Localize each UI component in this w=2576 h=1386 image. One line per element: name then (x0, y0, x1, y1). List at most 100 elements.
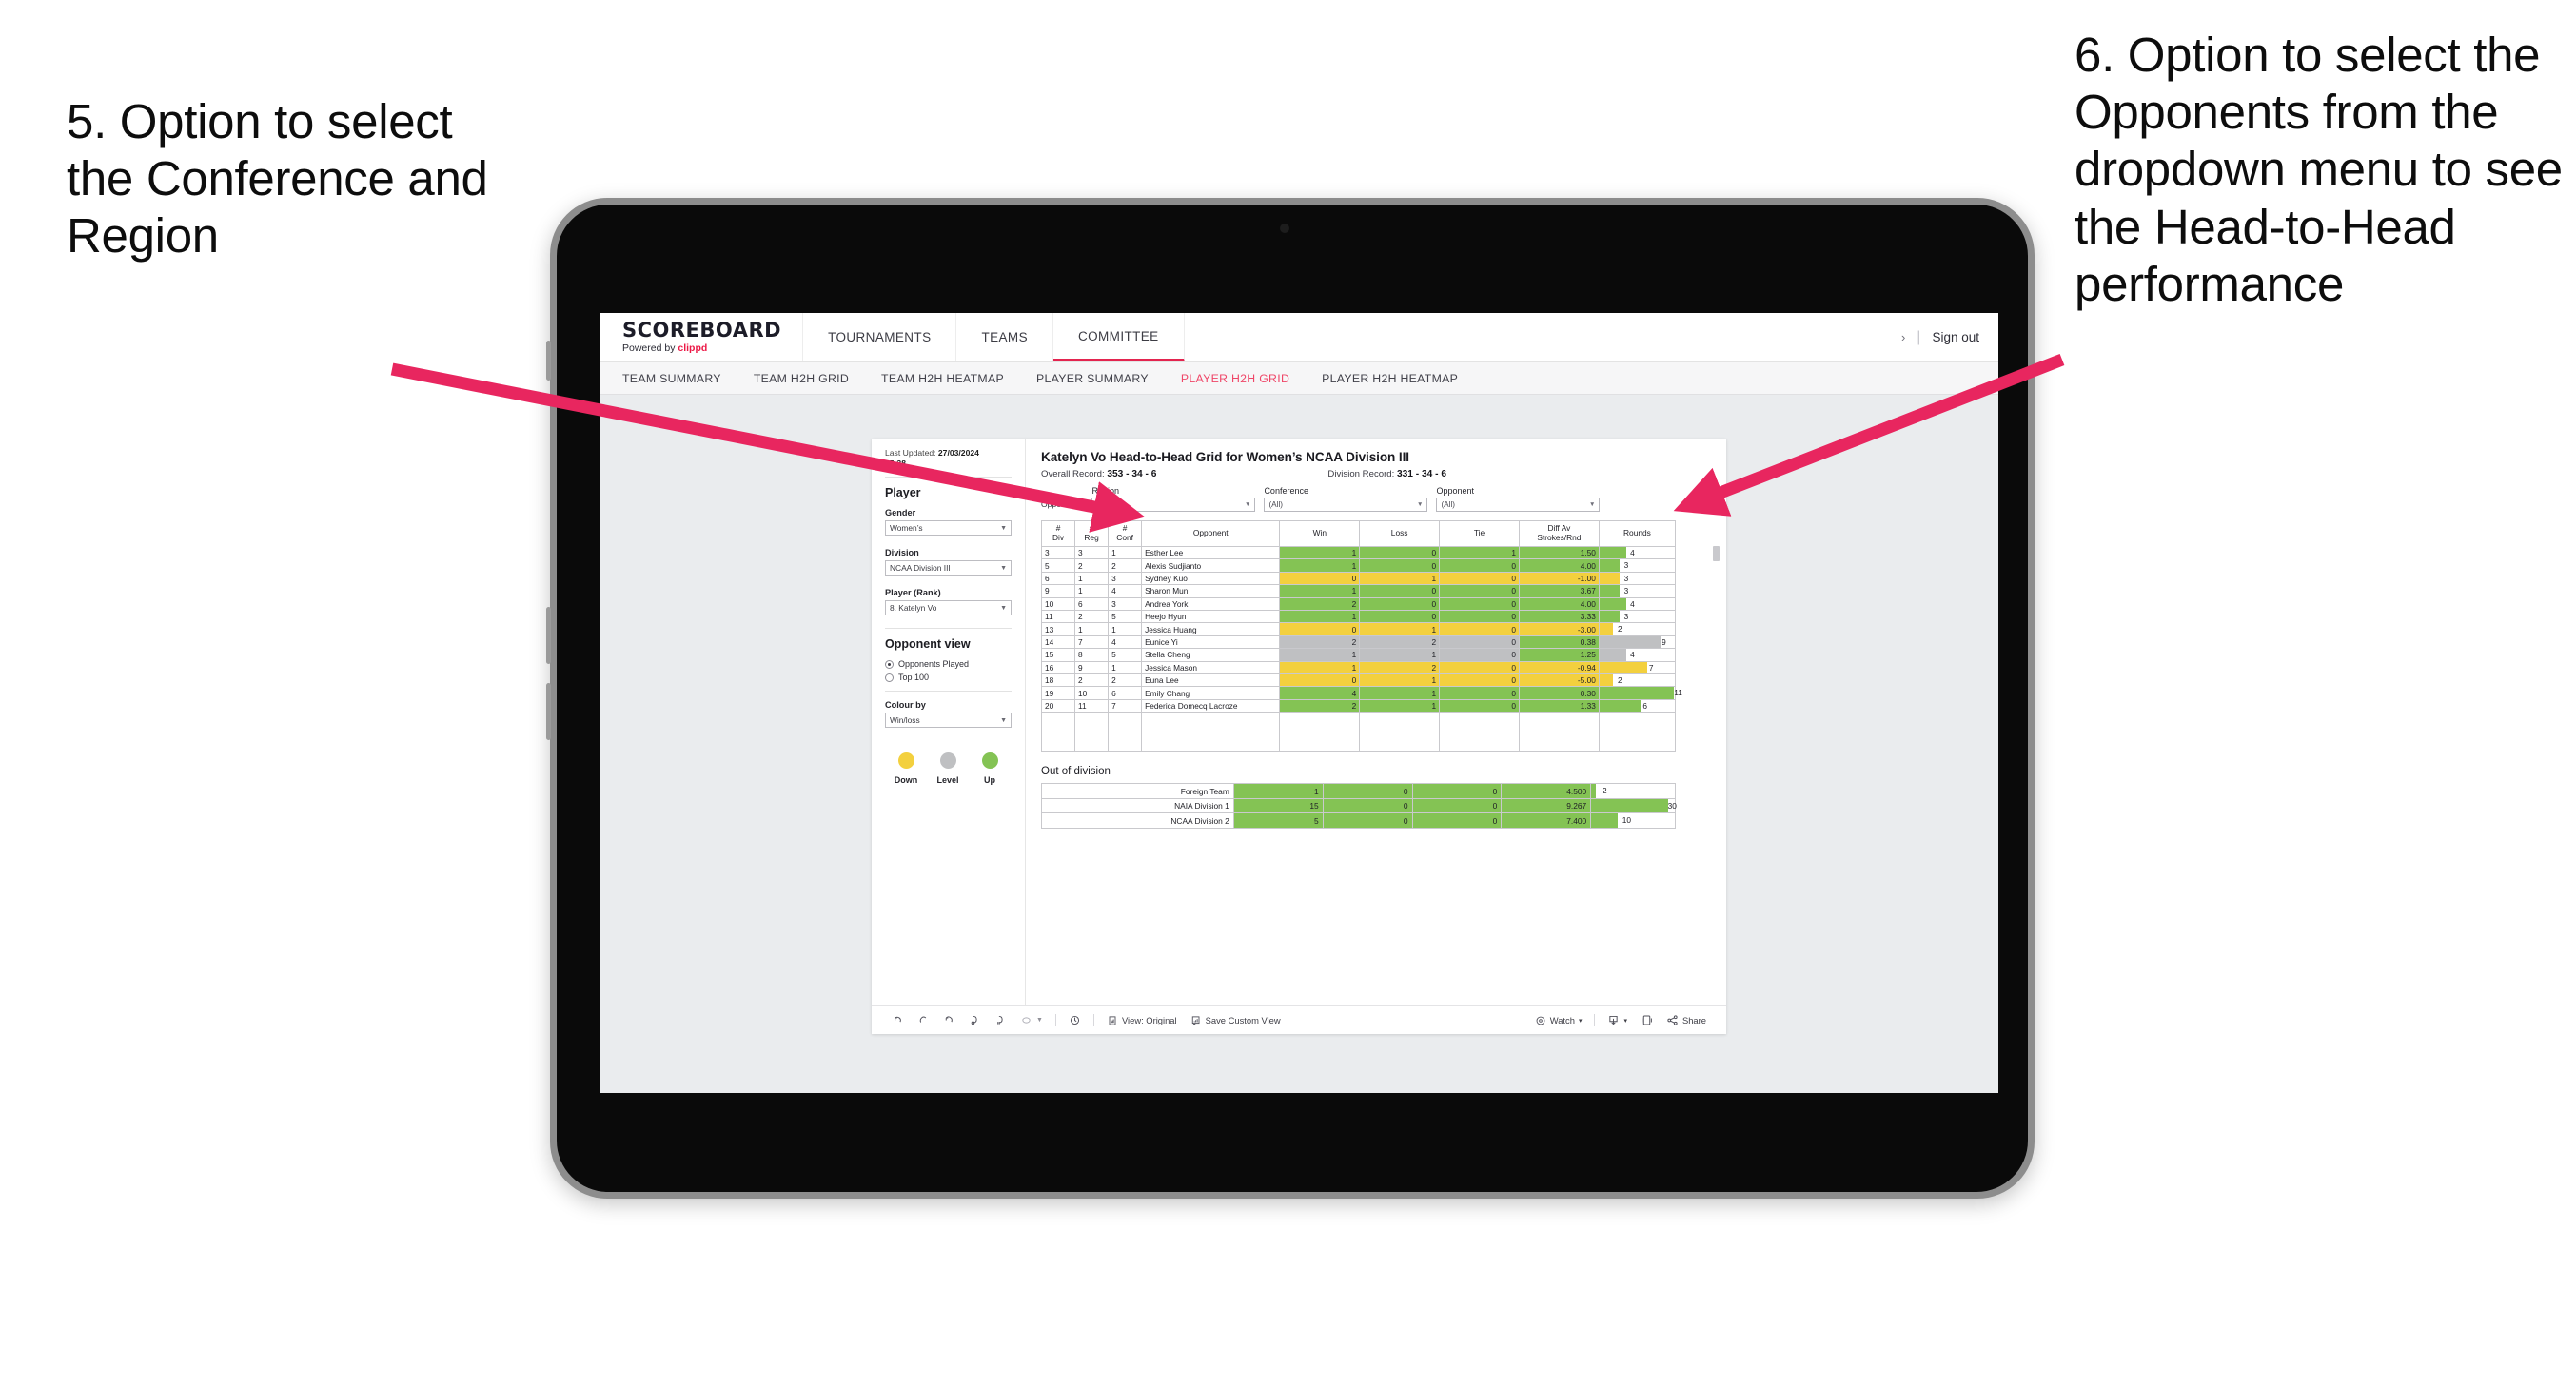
table-row[interactable]: 6 1 3 Sydney Kuo 0 1 0 -1.00 3 (1040, 571, 1677, 586)
tab-player-h2h-grid[interactable]: PLAYER H2H GRID (1181, 372, 1289, 385)
table-row (1040, 713, 1677, 752)
cell-opponent: Jessica Mason (1141, 660, 1281, 675)
radio-opponents-played[interactable]: Opponents Played (885, 659, 1012, 669)
col-conf[interactable]: # Conf (1108, 520, 1143, 547)
cell-tie: 0 (1439, 622, 1520, 636)
tab-team-summary[interactable]: TEAM SUMMARY (622, 372, 721, 385)
sign-out-link[interactable]: Sign out (1932, 330, 1979, 344)
conference-value: (All) (1268, 500, 1283, 509)
colour-by-select[interactable]: Win/loss ▼ (885, 713, 1012, 729)
col-win[interactable]: Win (1279, 520, 1361, 547)
col-loss[interactable]: Loss (1359, 520, 1441, 547)
col-opponent[interactable]: Opponent (1141, 520, 1281, 547)
cell-conf: 1 (1108, 660, 1143, 675)
cell-opponent: Emily Chang (1141, 686, 1281, 700)
nav-item-tournaments[interactable]: TOURNAMENTS (803, 313, 957, 361)
gender-select[interactable]: Women’s ▼ (885, 520, 1012, 537)
opponent-select[interactable]: (All) ▼ (1436, 498, 1601, 512)
revert-button[interactable] (936, 1014, 962, 1026)
rounds-value: 3 (1623, 612, 1629, 622)
table-row[interactable]: 19 10 6 Emily Chang 4 1 0 0.30 11 (1040, 686, 1682, 700)
redo-button[interactable] (911, 1014, 936, 1026)
rounds-value: 7 (1648, 662, 1654, 673)
table-row[interactable]: 3 3 1 Esther Lee 1 0 1 1.50 4 (1040, 545, 1677, 560)
table-row[interactable]: 20 11 7 Federica Domecq Lacroze 2 1 0 1.33 6 (1040, 698, 1677, 713)
share-button[interactable]: Share (1660, 1014, 1713, 1026)
download-button[interactable]: ▾ (1601, 1014, 1634, 1026)
tab-team-h2h-grid[interactable]: TEAM H2H GRID (754, 372, 849, 385)
player-rank-select[interactable]: 8. Katelyn Vo ▼ (885, 600, 1012, 616)
cell-win: 1 (1279, 584, 1361, 598)
chevron-right-icon[interactable]: › (1901, 330, 1905, 344)
division-record-value: 331 - 34 - 6 (1396, 469, 1447, 479)
refresh-button[interactable] (962, 1014, 988, 1026)
cell-tie: 0 (1439, 698, 1520, 713)
table-row[interactable]: NCAA Division 2 5 0 0 7.400 10 (1041, 812, 1676, 829)
grid-empty-table (1040, 713, 1677, 752)
undo-button[interactable] (885, 1014, 911, 1026)
table-row[interactable]: 16 9 1 Jessica Mason 1 2 0 -0.94 7 (1040, 660, 1677, 675)
cell-div: 5 (1040, 558, 1076, 573)
panel-divider (885, 628, 1012, 630)
zoom-mode-dropdown[interactable]: ▼ (1013, 1014, 1050, 1026)
grid-scrollbar[interactable] (1713, 546, 1720, 561)
tab-team-h2h-heatmap[interactable]: TEAM H2H HEATMAP (881, 372, 1004, 385)
table-row[interactable]: 9 1 4 Sharon Mun 1 0 0 3.67 3 (1040, 584, 1677, 598)
cell-reg: 9 (1074, 660, 1110, 675)
table-row[interactable]: 11 2 5 Heejo Hyun 1 0 0 3.33 3 (1040, 610, 1677, 624)
chevron-down-icon: ▼ (1417, 501, 1424, 508)
cell-opponent: Heejo Hyun (1141, 610, 1281, 624)
view-original-button[interactable]: View: Original (1100, 1015, 1184, 1026)
division-select[interactable]: NCAA Division III ▼ (885, 560, 1012, 576)
col-tie[interactable]: Tie (1439, 520, 1520, 547)
cell-div: 18 (1040, 673, 1076, 688)
cell-tie: 0 (1439, 660, 1520, 675)
radio-label: Opponents Played (898, 659, 970, 670)
fullscreen-button[interactable] (1634, 1014, 1660, 1026)
table-row[interactable]: 10 6 3 Andrea York 2 0 0 4.00 4 (1040, 596, 1677, 612)
table-row[interactable]: Foreign Team 1 0 0 4.500 2 (1041, 783, 1676, 799)
legend-item-down: Down (885, 752, 927, 785)
radio-top-100[interactable]: Top 100 (885, 673, 1012, 682)
cell-tie: 0 (1439, 610, 1520, 624)
colour-by-value: Win/loss (890, 715, 920, 726)
out-of-division-body: Foreign Team 1 0 0 4.500 2 NAIA Division 1 15 0 0… (1041, 783, 1677, 829)
tab-player-summary[interactable]: PLAYER SUMMARY (1036, 372, 1149, 385)
table-row[interactable]: NAIA Division 1 15 0 0 9.267 30 (1041, 797, 1677, 814)
table-row[interactable]: 18 2 2 Euna Lee 0 1 0 -5.00 2 (1040, 673, 1677, 688)
cell-opponent: Eunice Yi (1141, 634, 1281, 650)
table-row[interactable]: 5 2 2 Alexis Sudjianto 1 0 0 4.00 3 (1040, 558, 1677, 573)
cell-reg: 2 (1074, 558, 1110, 573)
table-row[interactable]: 13 1 1 Jessica Huang 0 1 0 -3.00 2 (1040, 622, 1677, 636)
cell-tie: 0 (1439, 634, 1520, 650)
toolbar-divider (1092, 1014, 1094, 1026)
col-diff-av-strokes[interactable]: Diff Av Strokes/Rnd (1518, 520, 1600, 547)
table-row[interactable]: 15 8 5 Stella Cheng 1 1 0 1.25 4 (1040, 648, 1677, 662)
cell-conf: 1 (1108, 622, 1143, 636)
table-row[interactable]: 14 7 4 Eunice Yi 2 2 0 0.38 9 (1040, 634, 1677, 650)
legend-label: Up (984, 775, 995, 786)
brand-logo[interactable]: SCOREBOARD Powered by clippd (600, 313, 804, 361)
highlight-button[interactable] (1062, 1014, 1088, 1026)
filter-region: Region (All) ▼ (1091, 486, 1256, 512)
cell-loss: 2 (1359, 660, 1441, 675)
col-reg[interactable]: # Reg (1074, 520, 1110, 547)
filter-opponent: Opponent (All) ▼ (1436, 486, 1601, 512)
tab-player-h2h-heatmap[interactable]: PLAYER H2H HEATMAP (1322, 372, 1458, 385)
top-navigation-bar: SCOREBOARD Powered by clippd TOURNAMENTS… (600, 313, 1998, 362)
col-div[interactable]: # Div (1040, 520, 1076, 547)
cell-loss: 0 (1359, 545, 1441, 560)
cell-diff: 3.67 (1518, 584, 1600, 598)
division-record: Division Record: 331 - 34 - 6 (1327, 469, 1446, 479)
watch-button[interactable]: Watch ▾ (1528, 1015, 1589, 1026)
bottom-toolbar: ▼ View: Original Save Custom View Watch … (872, 1005, 1726, 1034)
rounds-value: 2 (1618, 624, 1622, 634)
conference-select[interactable]: (All) ▼ (1264, 498, 1428, 512)
nav-item-committee[interactable]: COMMITTEE (1052, 313, 1185, 361)
rounds-value: 11 (1674, 688, 1682, 698)
col-rounds[interactable]: Rounds (1598, 520, 1677, 547)
save-custom-view-button[interactable]: Save Custom View (1184, 1015, 1288, 1026)
pause-auto-update-button[interactable] (988, 1014, 1013, 1026)
nav-item-teams[interactable]: TEAMS (956, 313, 1053, 361)
region-select[interactable]: (All) ▼ (1091, 498, 1256, 512)
